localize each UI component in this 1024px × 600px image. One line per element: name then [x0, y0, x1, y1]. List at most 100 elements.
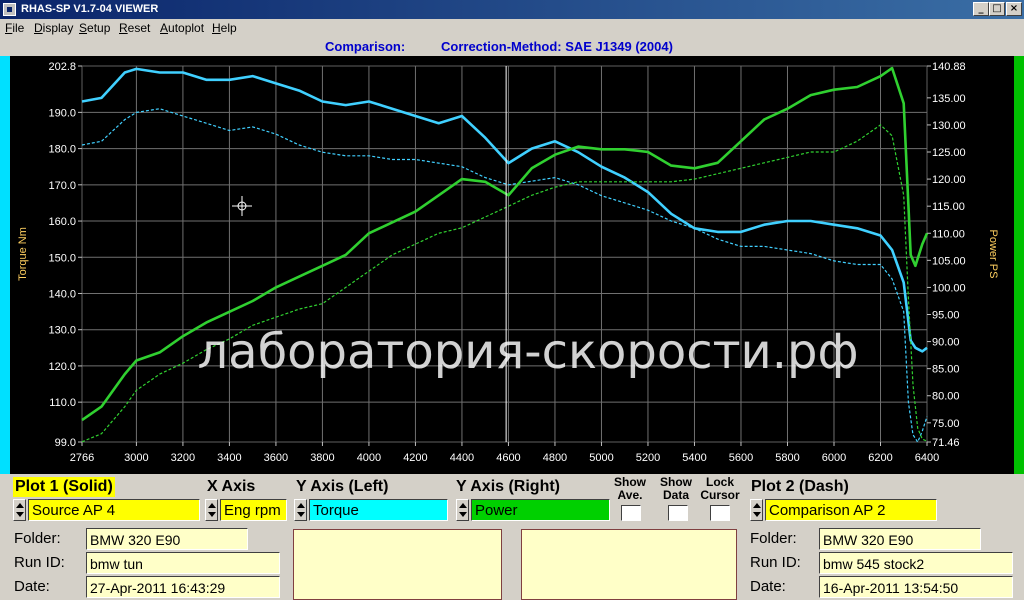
app-window: RHAS-SP V1.7-04 VIEWER _ □ × File Displa… [0, 0, 1024, 600]
xaxis-title: X Axis [207, 478, 256, 495]
show-data-checkbox[interactable] [668, 505, 688, 521]
notes-box-2[interactable] [521, 529, 737, 600]
yright-spinner[interactable] [456, 499, 469, 521]
plot-frame [81, 65, 928, 443]
minimize-button[interactable]: _ [973, 2, 989, 16]
show-ave-label: Show Ave. [614, 475, 646, 502]
y-tick-label-right: 105.00 [932, 255, 966, 267]
date1-value: 27-Apr-2011 16:43:29 [86, 576, 280, 598]
x-tick-label: 5800 [775, 452, 799, 464]
yleft-select[interactable]: Torque [309, 499, 448, 521]
x-tick-label: 3800 [310, 452, 334, 464]
menu-bar: File Display Setup Reset Autoplot Help [0, 19, 1024, 38]
y-axis-label-right: Power PS [987, 230, 999, 279]
y-tick-label-right: 100.00 [932, 282, 966, 294]
y-tick-label-right: 135.00 [932, 93, 966, 105]
date2-value: 16-Apr-2011 13:54:50 [819, 576, 1013, 598]
y-tick-label-left: 150.0 [48, 252, 76, 264]
control-panel: Plot 1 (Solid) X Axis Y Axis (Left) Y Ax… [0, 474, 1024, 600]
x-tick-label: 5400 [682, 452, 706, 464]
watermark-text: лаборатория-скорости.рф [197, 324, 858, 380]
x-tick-label: 4400 [450, 452, 474, 464]
show-data-label: Show Data [660, 475, 692, 502]
show-ave-checkbox[interactable] [621, 505, 641, 521]
y-tick-label-left: 170.0 [48, 180, 76, 192]
folder2-value: BMW 320 E90 [819, 528, 981, 550]
x-tick-label: 3600 [264, 452, 288, 464]
yright-title: Y Axis (Right) [456, 478, 561, 495]
yleft-spinner[interactable] [294, 499, 307, 521]
y-tick-label-left: 190.0 [48, 107, 76, 119]
maximize-button[interactable]: □ [989, 2, 1005, 16]
y-tick-label-left: 130.0 [48, 325, 76, 337]
y-tick-label-left: 99.0 [55, 437, 76, 449]
title-bar[interactable]: RHAS-SP V1.7-04 VIEWER _ □ × [0, 0, 1024, 19]
xaxis-spinner[interactable] [205, 499, 218, 521]
yleft-title: Y Axis (Left) [296, 478, 389, 495]
menu-display[interactable]: Display [34, 19, 73, 38]
y-tick-label-right: 90.00 [932, 337, 960, 349]
y-tick-label-left: 110.0 [49, 397, 76, 409]
correction-method-label: Correction-Method: SAE J1349 (2004) [441, 39, 673, 54]
y-tick-label-right: 85.00 [932, 364, 960, 376]
y-tick-label-right: 75.00 [932, 418, 960, 430]
x-tick-label: 5600 [729, 452, 753, 464]
power-series-dash [81, 124, 928, 443]
x-tick-label: 2766 [70, 452, 94, 464]
xaxis-select[interactable]: Eng rpm [220, 499, 287, 521]
y-tick-label-right: 115.00 [932, 201, 965, 213]
window-title: RHAS-SP V1.7-04 VIEWER [21, 3, 159, 15]
x-tick-label: 5200 [636, 452, 660, 464]
y-tick-label-right: 120.00 [932, 174, 966, 186]
menu-help[interactable]: Help [212, 19, 237, 38]
lock-cursor-checkbox[interactable] [710, 505, 730, 521]
x-tick-label: 3200 [171, 452, 195, 464]
y-tick-label-right: 125.00 [932, 147, 966, 159]
y-tick-label-left: 140.0 [48, 288, 76, 300]
y-tick-label-right: 71.46 [932, 437, 960, 449]
x-tick-label: 5000 [589, 452, 613, 464]
x-tick-label: 3000 [124, 452, 148, 464]
y-tick-label-left: 120.0 [48, 361, 76, 373]
y-tick-label-left: 180.0 [48, 144, 76, 156]
close-button[interactable]: × [1006, 2, 1022, 16]
comparison-header: Comparison: Correction-Method: SAE J1349… [0, 38, 1024, 56]
folder1-value: BMW 320 E90 [86, 528, 248, 550]
x-tick-label: 4000 [357, 452, 381, 464]
x-tick-label: 6400 [915, 452, 939, 464]
yright-select[interactable]: Power [471, 499, 610, 521]
y-tick-label-left: 202.8 [48, 61, 76, 73]
plot2-title: Plot 2 (Dash) [751, 478, 849, 495]
menu-file[interactable]: File [5, 19, 24, 38]
x-tick-label: 3400 [217, 452, 241, 464]
y-tick-label-right: 80.00 [932, 391, 960, 403]
plot2-spinner[interactable] [750, 499, 763, 521]
dyno-chart[interactable]: 2766 3000 3200 3400 3600 3800 4000 4200 4400 4600… [0, 56, 1024, 474]
date1-label: Date: [14, 578, 50, 595]
y-tick-label-right: 95.00 [932, 310, 960, 322]
menu-reset[interactable]: Reset [119, 19, 150, 38]
runid1-value: bmw tun [86, 552, 280, 574]
x-tick-label: 6200 [868, 452, 892, 464]
x-tick-label: 4600 [496, 452, 520, 464]
date2-label: Date: [750, 578, 786, 595]
runid2-label: Run ID: [750, 554, 801, 571]
notes-box-1[interactable] [293, 529, 502, 600]
plot2-select[interactable]: Comparison AP 2 [765, 499, 937, 521]
plot1-title: Plot 1 (Solid) [13, 477, 115, 497]
y-axis-label-left: Torque Nm [17, 227, 29, 281]
source-select[interactable]: Source AP 4 [28, 499, 200, 521]
app-icon [3, 3, 16, 16]
lock-cursor-label: Lock Cursor [700, 475, 740, 502]
menu-autoplot[interactable]: Autoplot [160, 19, 204, 38]
runid1-label: Run ID: [14, 554, 65, 571]
y-tick-label-right: 140.88 [932, 61, 966, 73]
menu-setup[interactable]: Setup [79, 19, 110, 38]
comparison-label: Comparison: [325, 39, 406, 54]
source-spinner[interactable] [13, 499, 26, 521]
y-tick-label-left: 160.0 [48, 216, 76, 228]
runid2-value: bmw 545 stock2 [819, 552, 1013, 574]
folder1-label: Folder: [14, 530, 61, 547]
chart-area[interactable]: 2766 3000 3200 3400 3600 3800 4000 4200 4400 4600… [0, 56, 1024, 474]
folder2-label: Folder: [750, 530, 797, 547]
